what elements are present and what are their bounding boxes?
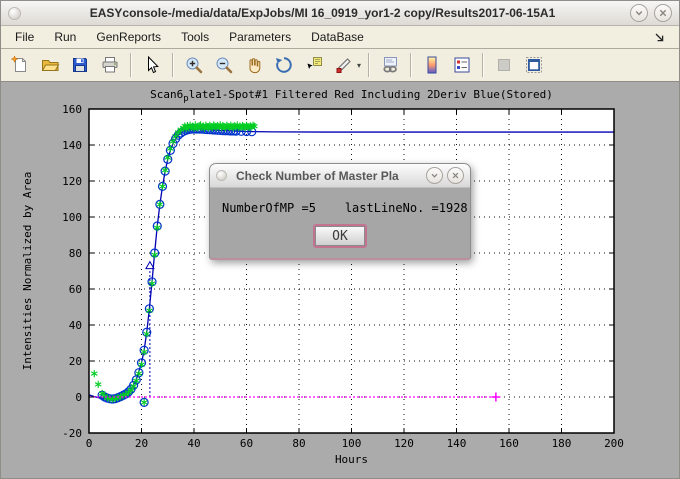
- ok-button[interactable]: OK: [315, 226, 365, 246]
- svg-text:Intensities Normalized by Area: Intensities Normalized by Area: [21, 172, 34, 371]
- menubar: FileRunGenReportsToolsParametersDataBase: [1, 26, 679, 48]
- chevron-down-icon: [430, 171, 439, 180]
- svg-text:100: 100: [342, 437, 362, 450]
- zoom-out-button[interactable]: [210, 51, 238, 79]
- svg-text:140: 140: [447, 437, 467, 450]
- svg-text:0: 0: [75, 391, 82, 404]
- svg-text:80: 80: [69, 247, 82, 260]
- window-shade-button[interactable]: [630, 4, 648, 22]
- new-file-button[interactable]: [6, 51, 34, 79]
- rotate-3d-icon: [274, 55, 294, 75]
- data-cursor-button[interactable]: [300, 51, 328, 79]
- legend-icon: [452, 55, 472, 75]
- toolbar-separator: [368, 53, 370, 77]
- figure-canvas: 0 20 40 60 80 100 120 140 160 180 200 -20 0 20 40 60 80 1…: [1, 82, 679, 478]
- dialog-titlebar[interactable]: Check Number of Master Pla: [210, 164, 470, 188]
- colorbar-button[interactable]: [418, 51, 446, 79]
- brush-dropdown-caret-icon[interactable]: ▾: [357, 61, 361, 70]
- svg-text:20: 20: [135, 437, 148, 450]
- menu-item-genreports[interactable]: GenReports: [86, 28, 171, 46]
- link-plots-button[interactable]: [376, 51, 404, 79]
- chevron-down-icon: [634, 8, 644, 18]
- dialog-message: NumberOfMP =5 lastLineNo. =1928: [222, 201, 458, 215]
- toolbar-separator: [130, 53, 132, 77]
- toolbar: ▾: [1, 48, 679, 82]
- svg-text:160: 160: [62, 103, 82, 116]
- dialog-shade-button[interactable]: [426, 167, 443, 184]
- svg-text:60: 60: [69, 283, 82, 296]
- window-title: EASYconsole-/media/data/ExpJobs/MI 16_09…: [21, 6, 624, 20]
- svg-text:40: 40: [69, 319, 82, 332]
- zoom-out-icon: [214, 55, 234, 75]
- dialog-body: NumberOfMP =5 lastLineNo. =1928 OK: [210, 188, 470, 258]
- new-file-icon: [10, 55, 30, 75]
- dock-figure-icon: [524, 55, 544, 75]
- svg-text:-20: -20: [62, 427, 82, 440]
- window-close-button[interactable]: [654, 4, 672, 22]
- brush-button[interactable]: [330, 51, 358, 79]
- svg-text:120: 120: [394, 437, 414, 450]
- open-file-button[interactable]: [36, 51, 64, 79]
- brush-icon: [334, 55, 354, 75]
- hide-plot-tools-button: [490, 51, 518, 79]
- open-file-icon: [40, 55, 60, 75]
- print-icon: [100, 55, 120, 75]
- toolbar-separator: [482, 53, 484, 77]
- dialog-menu-icon[interactable]: [216, 170, 227, 181]
- save-button[interactable]: [66, 51, 94, 79]
- tearoff-arrow-icon[interactable]: [654, 32, 675, 43]
- hide-plot-tools-icon: [494, 55, 514, 75]
- close-icon: [451, 171, 460, 180]
- menu-item-tools[interactable]: Tools: [171, 28, 219, 46]
- colorbar-icon: [422, 55, 442, 75]
- pan-icon: [244, 55, 264, 75]
- menu-item-run[interactable]: Run: [44, 28, 86, 46]
- svg-text:0: 0: [86, 437, 93, 450]
- window-menu-icon[interactable]: [8, 7, 21, 20]
- menu-item-file[interactable]: File: [5, 28, 44, 46]
- svg-text:Hours: Hours: [335, 453, 368, 466]
- svg-text:60: 60: [240, 437, 253, 450]
- toolbar-separator: [172, 53, 174, 77]
- svg-text:160: 160: [499, 437, 519, 450]
- dialog-title: Check Number of Master Pla: [236, 169, 422, 183]
- svg-text:120: 120: [62, 175, 82, 188]
- print-button[interactable]: [96, 51, 124, 79]
- svg-text:40: 40: [187, 437, 200, 450]
- dock-figure-button[interactable]: [520, 51, 548, 79]
- save-icon: [70, 55, 90, 75]
- close-icon: [658, 8, 668, 18]
- svg-text:200: 200: [604, 437, 624, 450]
- pan-button[interactable]: [240, 51, 268, 79]
- link-plots-icon: [380, 55, 400, 75]
- toolbar-separator: [410, 53, 412, 77]
- svg-text:140: 140: [62, 139, 82, 152]
- window-titlebar[interactable]: EASYconsole-/media/data/ExpJobs/MI 16_09…: [1, 1, 679, 26]
- svg-text:80: 80: [292, 437, 305, 450]
- legend-button[interactable]: [448, 51, 476, 79]
- application-window: EASYconsole-/media/data/ExpJobs/MI 16_09…: [0, 0, 680, 479]
- pointer-icon: [142, 55, 162, 75]
- menu-item-database[interactable]: DataBase: [301, 28, 374, 46]
- svg-text:Scan6plate1-Spot#1 Filtered Re: Scan6plate1-Spot#1 Filtered Red Includin…: [150, 88, 553, 104]
- data-cursor-icon: [304, 55, 324, 75]
- svg-text:100: 100: [62, 211, 82, 224]
- pointer-button[interactable]: [138, 51, 166, 79]
- menu-item-parameters[interactable]: Parameters: [219, 28, 301, 46]
- zoom-in-icon: [184, 55, 204, 75]
- svg-text:20: 20: [69, 355, 82, 368]
- dialog-close-button[interactable]: [447, 167, 464, 184]
- zoom-in-button[interactable]: [180, 51, 208, 79]
- rotate-3d-button[interactable]: [270, 51, 298, 79]
- svg-text:180: 180: [552, 437, 572, 450]
- dialog-check-number-of-master-plates: Check Number of Master Pla NumberOfMP =5…: [209, 163, 471, 260]
- plot-canvas[interactable]: 0 20 40 60 80 100 120 140 160 180 200 -20 0 20 40 60 80 1…: [1, 82, 680, 479]
